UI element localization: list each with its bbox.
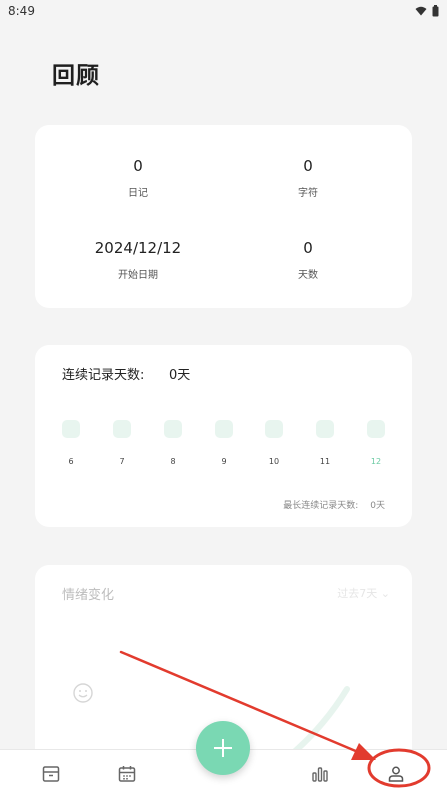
char-count-label: 字符 (298, 188, 318, 199)
chevron-down-icon: ⌄ (380, 587, 390, 600)
streak-day-number: 7 (119, 457, 125, 466)
battery-icon (432, 5, 439, 17)
streak-day: 6 (61, 420, 81, 466)
stats-icon[interactable] (310, 764, 330, 784)
start-date-label: 开始日期 (118, 270, 158, 281)
mood-range-select[interactable]: 过去7天 ⌄ (337, 585, 390, 601)
streak-card: 连续记录天数: 0天 6 7 8 9 10 11 12 最长连续记录天数: 0天 (35, 345, 412, 527)
longest-streak-label: 最长连续记录天数: (283, 501, 359, 511)
diary-count-stat: 0 日记 (63, 157, 213, 199)
streak-day-box (316, 420, 334, 438)
start-date-value: 2024/12/12 (94, 239, 182, 257)
char-count-stat: 0 字符 (233, 157, 383, 199)
calendar-icon[interactable] (117, 764, 137, 784)
streak-day-box (164, 420, 182, 438)
diary-count-label: 日记 (128, 188, 148, 199)
streak-day-number: 6 (68, 457, 74, 466)
longest-streak-value: 0天 (370, 501, 385, 511)
streak-day: 8 (163, 420, 183, 466)
smiley-icon (73, 683, 93, 703)
streak-day: 9 (214, 420, 234, 466)
add-icon (214, 739, 232, 757)
streak-day: 7 (112, 420, 132, 466)
streak-day-box (265, 420, 283, 438)
streak-day-box (215, 420, 233, 438)
streak-day-number: 8 (170, 457, 176, 466)
wifi-icon (415, 6, 427, 16)
profile-icon[interactable] (386, 764, 406, 784)
streak-day-box (367, 420, 385, 438)
add-entry-button[interactable] (196, 721, 250, 775)
char-count-value: 0 (303, 157, 313, 175)
streak-day: 10 (264, 420, 284, 466)
streak-day-box (113, 420, 131, 438)
mood-range-label: 过去7天 (337, 587, 378, 600)
archive-icon[interactable] (41, 764, 61, 784)
streak-title: 连续记录天数: (62, 368, 145, 383)
streak-day-number: 11 (319, 457, 331, 466)
streak-day-today: 12 (366, 420, 386, 466)
mood-title: 情绪变化 (62, 588, 115, 603)
mood-trend-line (290, 686, 350, 755)
streak-day-number: 10 (268, 457, 280, 466)
days-count-value: 0 (303, 239, 313, 257)
days-count-stat: 0 天数 (233, 239, 383, 281)
start-date-stat: 2024/12/12 开始日期 (63, 239, 213, 281)
longest-streak: 最长连续记录天数: 0天 (283, 498, 385, 511)
status-icons (415, 5, 439, 17)
streak-day: 11 (315, 420, 335, 466)
stats-card: 0 日记 0 字符 2024/12/12 开始日期 0 天数 (35, 125, 412, 308)
streak-day-number: 12 (370, 457, 382, 466)
page-title: 回顾 (52, 63, 100, 89)
days-count-label: 天数 (298, 270, 318, 281)
status-time: 8:49 (8, 4, 35, 18)
diary-count-value: 0 (133, 157, 143, 175)
streak-day-box (62, 420, 80, 438)
status-bar: 8:49 (0, 0, 447, 22)
streak-day-number: 9 (221, 457, 227, 466)
streak-value: 0天 (169, 368, 191, 383)
